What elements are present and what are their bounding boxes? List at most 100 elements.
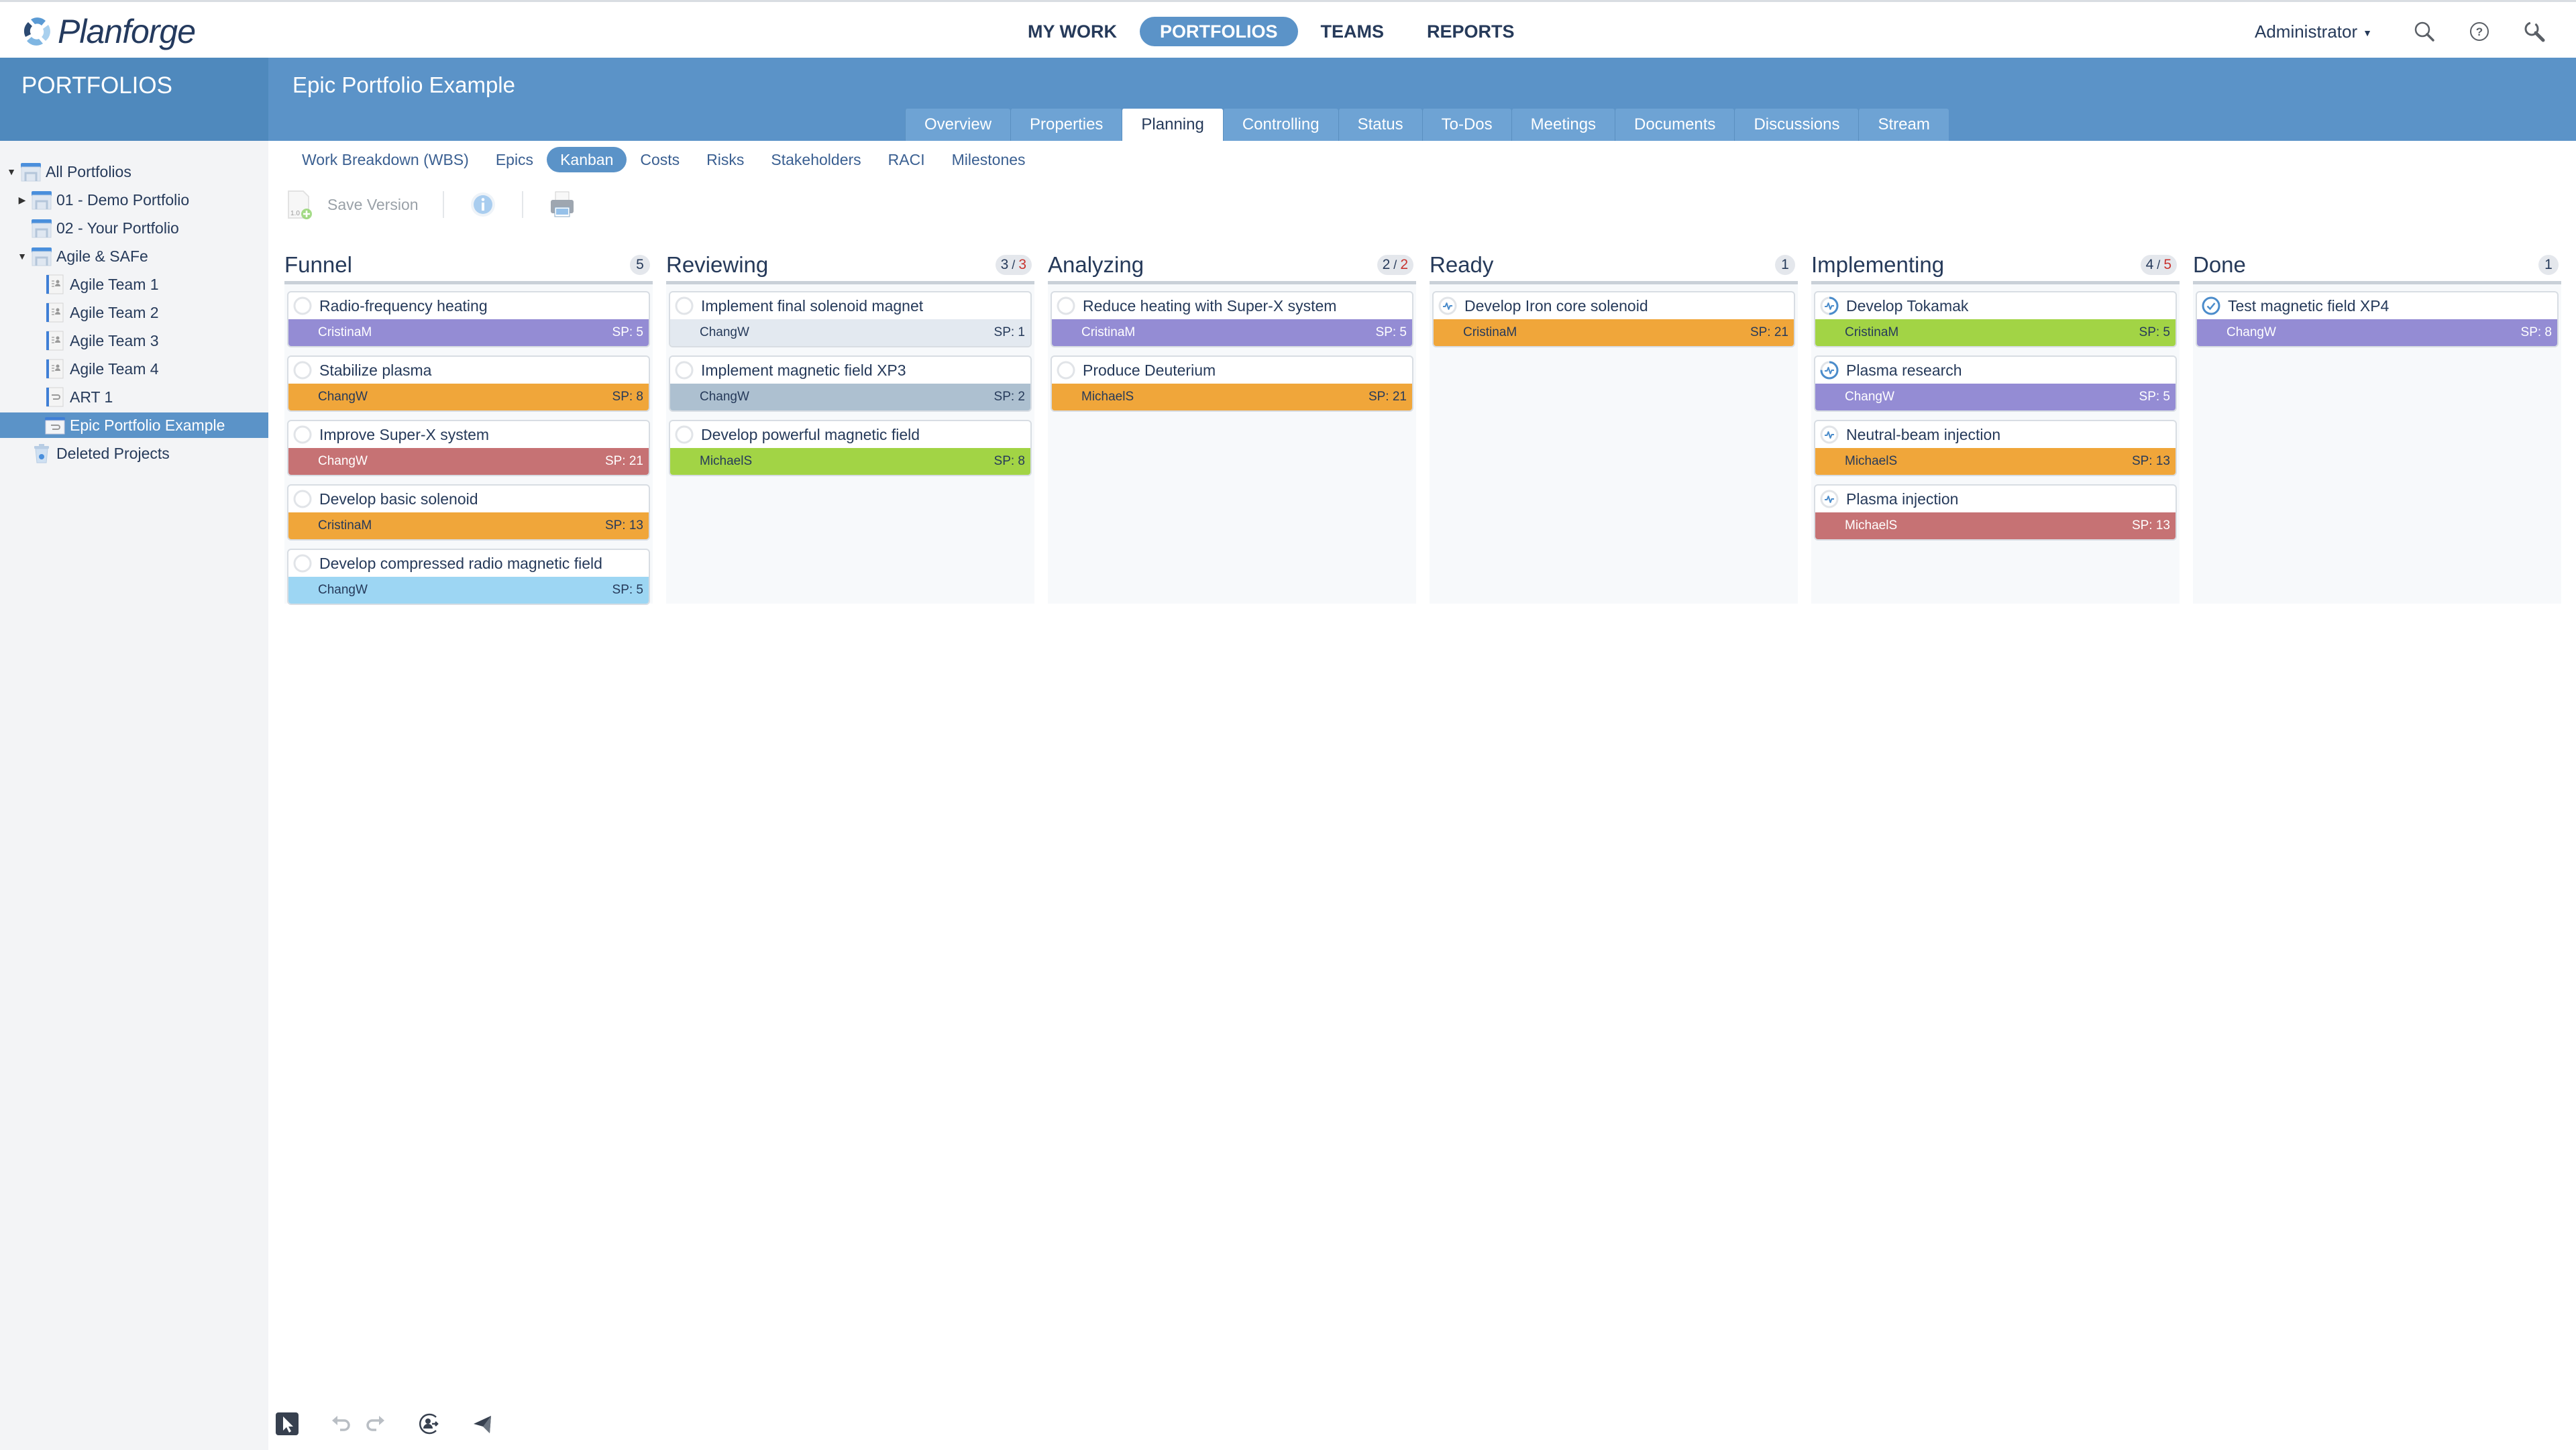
status-in-progress-icon[interactable] bbox=[1819, 425, 1839, 445]
nav-teams[interactable]: TEAMS bbox=[1301, 17, 1405, 46]
help-icon[interactable]: ? bbox=[2466, 18, 2493, 45]
column-body: Test magnetic field XP4 ChangW SP: 8 bbox=[2193, 284, 2561, 604]
collapse-toggle-icon[interactable]: ▶ bbox=[17, 194, 27, 206]
nav-portfolios[interactable]: PORTFOLIOS bbox=[1140, 17, 1298, 46]
status-in-progress-icon[interactable] bbox=[1819, 489, 1839, 509]
card-story-points: SP: 5 bbox=[612, 325, 643, 339]
save-version-button[interactable]: 1.0 Save Version bbox=[284, 188, 419, 221]
subtab-risks[interactable]: Risks bbox=[693, 147, 757, 172]
kanban-card[interactable]: Test magnetic field XP4 ChangW SP: 8 bbox=[2196, 291, 2559, 347]
tab-properties[interactable]: Properties bbox=[1010, 109, 1122, 141]
tree-item[interactable]: ▶ 01 - Demo Portfolio bbox=[17, 187, 189, 213]
settings-wrench-icon[interactable] bbox=[2521, 18, 2548, 45]
kanban-card[interactable]: Develop basic solenoid CristinaM SP: 13 bbox=[287, 484, 650, 541]
kanban-card[interactable]: Stabilize plasma ChangW SP: 8 bbox=[287, 355, 650, 412]
card-title: Plasma injection bbox=[1846, 490, 1959, 508]
tab-status[interactable]: Status bbox=[1338, 109, 1422, 141]
nav-reports[interactable]: REPORTS bbox=[1407, 17, 1535, 46]
status-in-progress-icon[interactable] bbox=[1819, 360, 1839, 380]
card-footer: ChangW SP: 5 bbox=[1815, 384, 2176, 410]
kanban-card[interactable]: Implement magnetic field XP3 ChangW SP: 2 bbox=[669, 355, 1032, 412]
limit-separator: / bbox=[1008, 258, 1019, 272]
subtab-costs[interactable]: Costs bbox=[627, 147, 693, 172]
tab-meetings[interactable]: Meetings bbox=[1511, 109, 1615, 141]
tab-discussions[interactable]: Discussions bbox=[1734, 109, 1859, 141]
status-not-started-icon[interactable] bbox=[674, 360, 694, 380]
tab-documents[interactable]: Documents bbox=[1615, 109, 1735, 141]
search-icon[interactable] bbox=[2411, 18, 2438, 45]
expand-toggle-icon[interactable]: ▼ bbox=[17, 251, 27, 262]
kanban-card[interactable]: Plasma injection MichaelS SP: 13 bbox=[1814, 484, 2177, 541]
app-logo[interactable]: Planforge bbox=[19, 11, 196, 52]
card-header: Radio-frequency heating bbox=[288, 292, 649, 319]
kanban-card[interactable]: Improve Super-X system ChangW SP: 21 bbox=[287, 420, 650, 476]
subtab-milestones[interactable]: Milestones bbox=[938, 147, 1039, 172]
tab-controlling[interactable]: Controlling bbox=[1222, 109, 1338, 141]
redo-icon[interactable] bbox=[362, 1410, 389, 1437]
kanban-column-implementing: Implementing 4 / 5 Develop Tokamak Cristina… bbox=[1811, 248, 2180, 604]
card-story-points: SP: 13 bbox=[604, 518, 643, 533]
status-not-started-icon[interactable] bbox=[292, 296, 313, 316]
status-in-progress-icon[interactable] bbox=[1438, 296, 1458, 316]
status-not-started-icon[interactable] bbox=[674, 296, 694, 316]
tree-item[interactable]: Agile Team 4 bbox=[40, 356, 159, 382]
card-assignee: CristinaM bbox=[1081, 325, 1136, 339]
kanban-card[interactable]: Develop compressed radio magnetic field C… bbox=[287, 549, 650, 605]
kanban-card[interactable]: Develop powerful magnetic field MichaelS S… bbox=[669, 420, 1032, 476]
subtab-kanban[interactable]: Kanban bbox=[547, 147, 627, 172]
kanban-card[interactable]: Develop Tokamak CristinaM SP: 5 bbox=[1814, 291, 2177, 347]
nav-my-work[interactable]: MY WORK bbox=[1008, 17, 1137, 46]
tab-todos[interactable]: To-Dos bbox=[1421, 109, 1511, 141]
tree-item[interactable]: Epic Portfolio Example bbox=[0, 412, 268, 438]
tree-item[interactable]: ▼ All Portfolios bbox=[7, 159, 131, 184]
status-done-icon[interactable] bbox=[2201, 296, 2221, 316]
user-menu[interactable]: Administrator ▼ bbox=[2255, 21, 2372, 42]
kanban-card[interactable]: Produce Deuterium MichaelS SP: 21 bbox=[1051, 355, 1413, 412]
project-title: Epic Portfolio Example bbox=[292, 72, 515, 97]
subtab-stakeholders[interactable]: Stakeholders bbox=[757, 147, 874, 172]
kanban-card[interactable]: Reduce heating with Super-X system Cristi… bbox=[1051, 291, 1413, 347]
status-in-progress-icon[interactable] bbox=[1819, 296, 1839, 316]
tree-item[interactable]: ▼ Agile & SAFe bbox=[17, 243, 148, 269]
subtab-epics[interactable]: Epics bbox=[482, 147, 547, 172]
user-switch-icon[interactable] bbox=[416, 1410, 443, 1437]
tree-item[interactable]: ART 1 bbox=[40, 384, 113, 410]
status-not-started-icon[interactable] bbox=[292, 425, 313, 445]
sidebar-header: PORTFOLIOS bbox=[0, 58, 268, 141]
status-not-started-icon[interactable] bbox=[292, 553, 313, 573]
subtab-wbs[interactable]: Work Breakdown (WBS) bbox=[288, 147, 482, 172]
tree-item[interactable]: Deleted Projects bbox=[17, 441, 170, 466]
pointer-select-icon[interactable] bbox=[274, 1410, 301, 1437]
card-header: Implement final solenoid magnet bbox=[670, 292, 1030, 319]
kanban-card[interactable]: Implement final solenoid magnet ChangW SP:… bbox=[669, 291, 1032, 347]
status-not-started-icon[interactable] bbox=[292, 360, 313, 380]
tree-item[interactable]: Agile Team 2 bbox=[40, 300, 159, 325]
subtab-raci[interactable]: RACI bbox=[875, 147, 938, 172]
status-not-started-icon[interactable] bbox=[292, 489, 313, 509]
tab-planning[interactable]: Planning bbox=[1122, 109, 1223, 141]
info-button[interactable] bbox=[468, 190, 498, 219]
team-project-icon bbox=[44, 358, 66, 380]
undo-icon[interactable] bbox=[327, 1410, 354, 1437]
status-not-started-icon[interactable] bbox=[1056, 360, 1076, 380]
tree-item[interactable]: Agile Team 3 bbox=[40, 328, 159, 353]
kanban-card[interactable]: Radio-frequency heating CristinaM SP: 5 bbox=[287, 291, 650, 347]
card-story-points: SP: 13 bbox=[2131, 454, 2170, 468]
column-title: Implementing bbox=[1811, 252, 1945, 277]
kanban-card[interactable]: Develop Iron core solenoid CristinaM SP: 2… bbox=[1432, 291, 1795, 347]
send-icon[interactable] bbox=[470, 1410, 496, 1437]
status-not-started-icon[interactable] bbox=[674, 425, 694, 445]
card-story-points: SP: 8 bbox=[2520, 325, 2552, 339]
tree-item[interactable]: 02 - Your Portfolio bbox=[17, 215, 179, 241]
print-button[interactable] bbox=[547, 190, 577, 219]
status-not-started-icon[interactable] bbox=[1056, 296, 1076, 316]
expand-toggle-icon[interactable]: ▼ bbox=[7, 166, 16, 177]
kanban-card[interactable]: Plasma research ChangW SP: 5 bbox=[1814, 355, 2177, 412]
limit-separator: / bbox=[2153, 258, 2164, 272]
card-header: Develop powerful magnetic field bbox=[670, 421, 1030, 448]
tab-stream[interactable]: Stream bbox=[1858, 109, 1949, 141]
portfolio-folder-icon bbox=[20, 161, 42, 182]
tree-item[interactable]: Agile Team 1 bbox=[40, 272, 159, 297]
kanban-card[interactable]: Neutral-beam injection MichaelS SP: 13 bbox=[1814, 420, 2177, 476]
tab-overview[interactable]: Overview bbox=[905, 109, 1011, 141]
